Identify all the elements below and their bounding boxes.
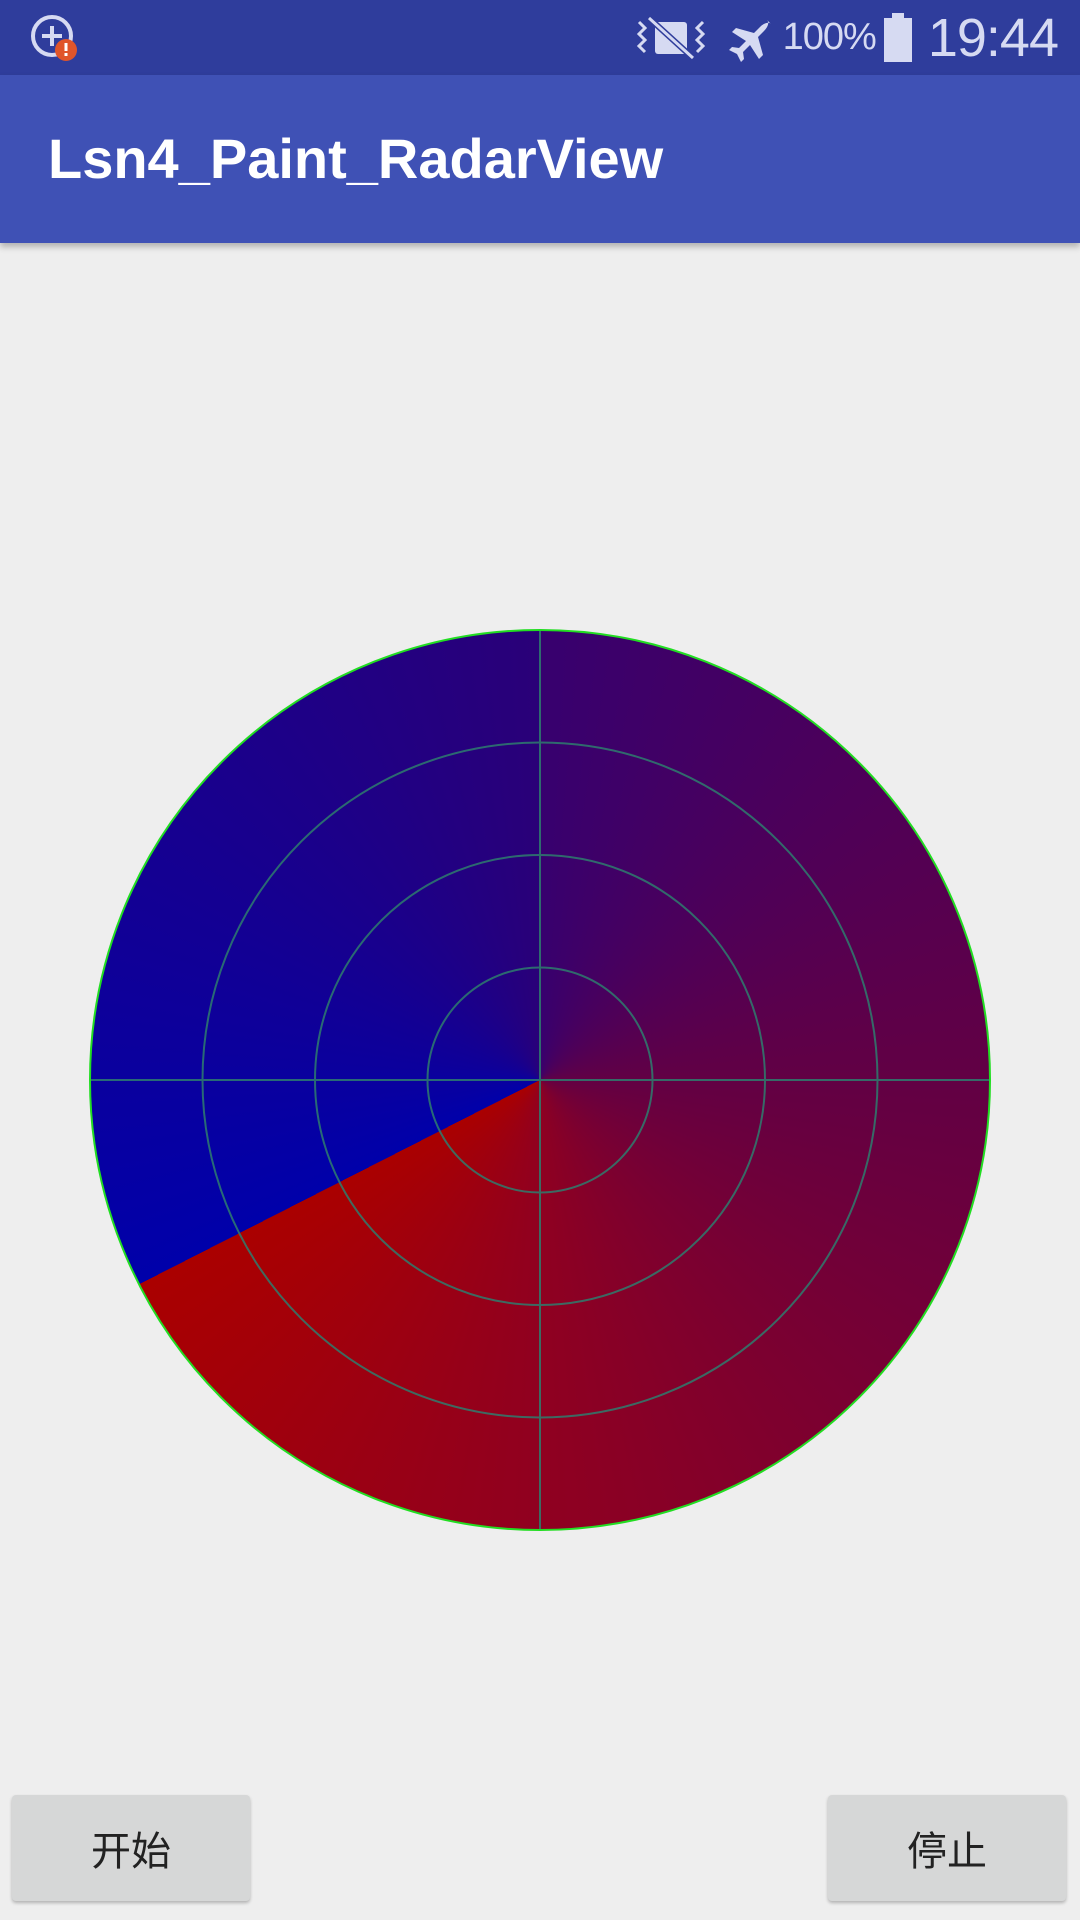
radar-view [88, 628, 992, 1532]
app-bar: Lsn4_Paint_RadarView [0, 75, 1080, 243]
app-title: Lsn4_Paint_RadarView [48, 127, 664, 190]
airplane-mode-icon [725, 14, 773, 62]
start-button[interactable]: 开始 [12, 1795, 250, 1901]
vibrate-mute-icon [635, 14, 707, 62]
radar-grid [89, 629, 991, 1531]
status-bar: 100% 19:44 [0, 0, 1080, 75]
add-alert-icon [28, 12, 82, 66]
battery-icon [882, 12, 914, 63]
stop-button[interactable]: 停止 [828, 1795, 1066, 1901]
battery-percent: 100% [782, 16, 877, 58]
clock: 19:44 [927, 7, 1059, 68]
status-right: 100% 19:44 [635, 0, 1059, 75]
